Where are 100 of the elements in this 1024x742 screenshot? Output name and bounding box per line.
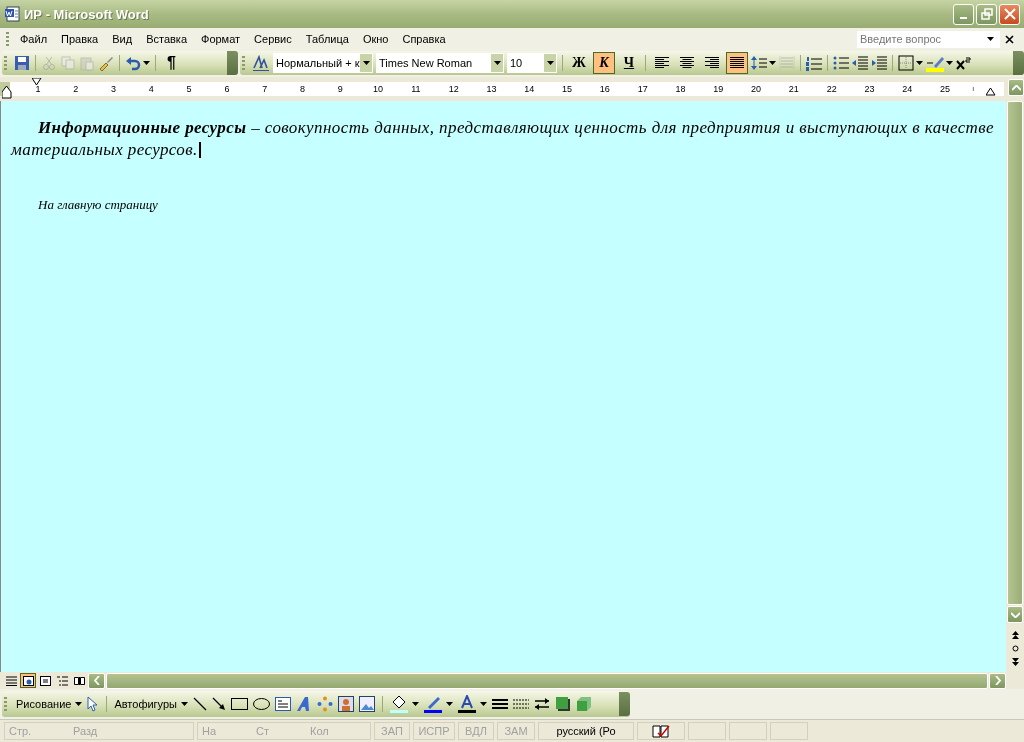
caret-icon[interactable]	[412, 702, 419, 706]
paragraph-marks-button[interactable]: ¶	[161, 54, 182, 72]
highlighter-icon[interactable]	[926, 54, 944, 72]
dash-style-icon[interactable]	[513, 698, 529, 710]
scroll-up-button[interactable]	[1008, 79, 1024, 96]
browse-object-icon[interactable]	[1011, 645, 1019, 652]
diagram-icon[interactable]	[317, 696, 333, 712]
help-search-field[interactable]: Введите вопрос	[857, 30, 1000, 48]
superscript-icon[interactable]	[956, 56, 972, 70]
outline-view-button[interactable]	[54, 673, 70, 688]
ruler-number: 11	[411, 84, 421, 94]
caret-icon[interactable]	[446, 702, 453, 706]
window-title: ИР - Microsoft Word	[24, 6, 149, 22]
clip-art-icon[interactable]	[338, 696, 354, 712]
menu-item[interactable]: Вставка	[139, 31, 194, 47]
undo-icon[interactable]	[125, 55, 141, 71]
save-icon[interactable]	[14, 55, 30, 71]
align-right-icon	[705, 57, 719, 69]
grip-handle[interactable]	[6, 32, 9, 46]
grip-handle[interactable]	[242, 56, 245, 70]
ruler-number: 23	[864, 84, 875, 94]
shadow-icon[interactable]	[555, 696, 571, 712]
text-box-icon[interactable]	[275, 697, 291, 711]
spelling-book-icon[interactable]	[652, 724, 670, 738]
grip-handle[interactable]	[4, 697, 7, 711]
align-justify-button[interactable]	[726, 52, 748, 74]
status-indicator[interactable]: русский (Ро	[538, 722, 634, 740]
picture-icon[interactable]	[359, 696, 375, 712]
restore-button[interactable]	[976, 3, 997, 25]
wordart-icon[interactable]	[296, 696, 312, 712]
menu-item[interactable]: Файл	[13, 31, 55, 47]
3d-box-icon[interactable]	[576, 696, 592, 712]
close-button[interactable]	[999, 3, 1020, 25]
menu-item[interactable]: Формат	[194, 31, 248, 47]
ruler-number: 22	[826, 84, 837, 94]
close-icon[interactable]	[1005, 34, 1014, 44]
drawing-menu[interactable]: Рисование	[16, 698, 72, 710]
numbered-list-icon[interactable]	[806, 55, 822, 71]
menu-item[interactable]: Правка	[54, 31, 106, 47]
caret-icon[interactable]	[946, 61, 953, 65]
line-icon[interactable]	[193, 697, 207, 711]
autoshapes-menu[interactable]: Автофигуры	[114, 698, 177, 710]
minimize-button[interactable]	[953, 3, 974, 25]
dropdown-arrow-icon	[493, 61, 501, 65]
line-style-icon[interactable]	[492, 698, 508, 710]
font-dropdown[interactable]: Times New Roman	[376, 53, 504, 73]
scroll-right-button[interactable]	[989, 672, 1006, 689]
dropdown-arrow-icon	[362, 61, 370, 65]
right-indent-marker[interactable]	[986, 88, 996, 96]
home-page-link[interactable]: На главную страницу	[38, 197, 994, 213]
align-justify-icon	[730, 57, 744, 69]
outline-view-icon	[56, 675, 68, 686]
restore-icon	[980, 8, 993, 20]
decrease-indent-icon[interactable]	[852, 55, 868, 71]
menu-item[interactable]: Справка	[395, 31, 453, 47]
scroll-down-button[interactable]	[1007, 606, 1023, 623]
previous-page-icon[interactable]	[1011, 631, 1019, 639]
borders-icon[interactable]	[898, 55, 914, 71]
fill-color-icon[interactable]	[390, 695, 408, 713]
caret-icon[interactable]	[916, 61, 923, 65]
style-dropdown[interactable]: Нормальный + к	[273, 53, 373, 73]
next-page-icon[interactable]	[1011, 658, 1019, 666]
ruler-number: 5	[186, 84, 192, 94]
menu-item[interactable]: Окно	[355, 31, 396, 47]
underline-button[interactable]: Ч	[618, 52, 640, 74]
web-view-button[interactable]	[20, 673, 36, 688]
increase-indent-icon[interactable]	[871, 55, 887, 71]
ruler-number: 24	[902, 84, 913, 94]
left-indent-marker[interactable]	[2, 86, 12, 99]
caret-icon[interactable]	[143, 61, 150, 65]
line-color-icon[interactable]	[424, 695, 442, 713]
normal-view-button[interactable]	[3, 673, 19, 688]
status-text: Ст	[255, 725, 270, 737]
arrow-icon[interactable]	[212, 697, 226, 711]
caret-icon[interactable]	[480, 702, 487, 706]
rectangle-icon[interactable]	[231, 698, 248, 710]
bulleted-list-icon[interactable]	[833, 55, 849, 71]
menu-item[interactable]: Сервис	[247, 31, 299, 47]
reading-view-icon	[73, 675, 85, 686]
caret-icon[interactable]	[769, 61, 776, 65]
arrow-style-icon[interactable]	[534, 697, 550, 711]
pointer-icon[interactable]	[87, 696, 100, 712]
align-center-icon	[680, 57, 694, 69]
italic-button[interactable]: К	[593, 52, 615, 74]
font-color-icon[interactable]	[458, 695, 476, 713]
oval-icon[interactable]	[253, 698, 270, 710]
vertical-scrollbar-thumb[interactable]	[1007, 101, 1023, 605]
menu-item[interactable]: Вид	[105, 31, 140, 47]
line-spacing-icon[interactable]	[751, 55, 767, 71]
ruler-number: 4	[148, 84, 154, 94]
brush-icon[interactable]	[98, 55, 114, 71]
grip-handle[interactable]	[4, 56, 7, 70]
bold-button[interactable]: Ж	[568, 52, 590, 74]
distributed-text-icon	[779, 55, 795, 71]
font-size-dropdown[interactable]: 10	[507, 53, 557, 73]
horizontal-scrollbar-thumb[interactable]	[106, 672, 988, 689]
caret-icon[interactable]	[181, 702, 188, 706]
print-view-button[interactable]	[37, 673, 53, 688]
menu-item[interactable]: Таблица	[298, 31, 356, 47]
caret-icon[interactable]	[75, 702, 83, 706]
